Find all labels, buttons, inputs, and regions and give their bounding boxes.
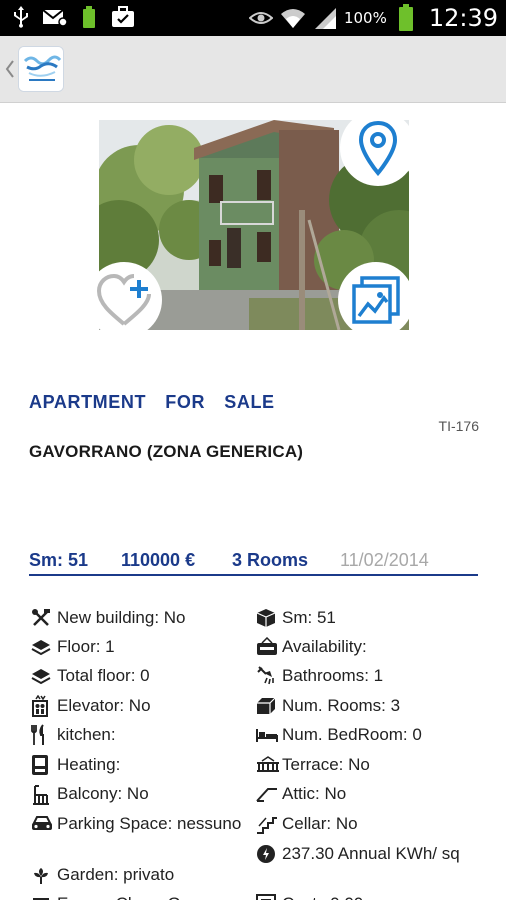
tools-icon (31, 606, 57, 629)
battery-icon (393, 4, 419, 31)
add-favorite-button[interactable] (86, 262, 162, 338)
box-icon (256, 694, 282, 717)
summary-date: 11/02/2014 (340, 550, 429, 570)
detail-energy-class: Energy Class: G (31, 892, 181, 900)
bed-icon (256, 723, 282, 746)
heater-icon (31, 753, 57, 776)
summary-rooms: 3 Rooms (232, 550, 309, 570)
photo-gallery-button[interactable] (338, 262, 414, 338)
detail-balcony: Balcony: No (31, 782, 149, 805)
terrace-icon (256, 753, 282, 776)
detail-floor: Floor: 1 (31, 635, 115, 658)
clock: 12:39 (428, 4, 498, 32)
detail-terrace: Terrace: No (256, 753, 370, 776)
flower-icon (31, 863, 57, 886)
gallery-icon (352, 276, 400, 324)
sign-icon (256, 635, 282, 658)
shower-icon (256, 664, 282, 687)
summary-price: 110000 € (121, 550, 196, 570)
map-location-button[interactable] (340, 110, 416, 186)
status-bar: 100% 12:39 (0, 0, 506, 36)
detail-garden: Garden: privato (31, 863, 174, 886)
detail-num-rooms: Num. Rooms: 3 (256, 694, 400, 717)
listing-type: APARTMENT FOR SALE (29, 392, 275, 412)
heart-plus-icon (96, 273, 151, 326)
listing-code: TI-176 (438, 418, 479, 434)
detail-num-bedrooms: Num. BedRoom: 0 (256, 723, 422, 746)
detail-costs: Costs 0.00 (256, 892, 363, 900)
detail-kitchen: kitchen: (31, 723, 116, 746)
energy-circle-icon (256, 842, 282, 865)
balcony-icon (31, 782, 57, 805)
map-pin-icon (358, 120, 398, 176)
app-bar (0, 36, 506, 103)
detail-annual-kwh: 237.30 Annual KWh/ sq (256, 842, 492, 865)
detail-cellar: Cellar: No (256, 812, 358, 835)
listing-location: GAVORRANO (ZONA GENERICA) (29, 442, 304, 461)
fork-knife-icon (31, 723, 57, 746)
detail-availability: Availability: (256, 635, 367, 658)
briefcase-icon (110, 4, 136, 30)
detail-elevator: Elevator: No (31, 694, 151, 717)
signal-icon (312, 5, 338, 31)
wifi-icon (280, 5, 306, 31)
elevator-icon (31, 694, 57, 717)
detail-attic: Attic: No (256, 782, 346, 805)
calc-icon (256, 892, 282, 900)
cube-icon (256, 606, 282, 629)
attic-icon (256, 782, 282, 805)
layers-icon (31, 635, 57, 658)
app-logo[interactable] (18, 46, 64, 92)
detail-bathrooms: Bathrooms: 1 (256, 664, 383, 687)
detail-total-floor: Total floor: 0 (31, 664, 150, 687)
detail-sm: Sm: 51 (256, 606, 336, 629)
summary-size: Sm: 51 (29, 550, 89, 570)
detail-parking: Parking Space: nessuno (31, 812, 247, 835)
mail-icon (42, 4, 68, 30)
layers-icon (31, 664, 57, 687)
stairs-icon (256, 812, 282, 835)
eye-icon (248, 5, 274, 31)
battery-percent: 100% (343, 9, 387, 27)
summary-bar: Sm: 51 110000 € 3 Rooms 11/02/2014 (29, 550, 478, 576)
usb-icon (8, 4, 34, 30)
battery-small-icon (76, 4, 102, 30)
car-icon (31, 812, 57, 835)
chevron-left-icon[interactable] (4, 58, 16, 80)
detail-heating: Heating: (31, 753, 120, 776)
detail-new-building: New building: No (31, 606, 186, 629)
energy-icon (31, 892, 57, 900)
